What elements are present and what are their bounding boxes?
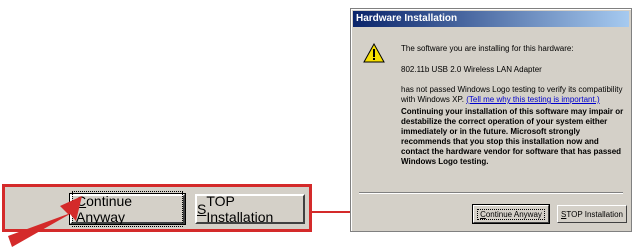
device-name: 802.11b USB 2.0 Wireless LAN Adapter (401, 65, 542, 74)
why-testing-link[interactable]: (Tell me why this testing is important.) (466, 95, 599, 104)
hardware-installation-dialog: Hardware Installation The software you a… (350, 8, 632, 232)
focus-rect: Continue Anyway (477, 208, 545, 220)
stop-installation-button[interactable]: S TOP Installation (557, 205, 627, 223)
warning-icon (363, 43, 385, 63)
button-divider (359, 192, 623, 194)
dialog-titlebar: Hardware Installation (353, 11, 629, 27)
continue-anyway-button[interactable]: Continue Anyway (472, 204, 550, 224)
warning-text: Continuing your installation of this sof… (401, 107, 624, 166)
logo-testing-text: has not passed Windows Logo testing to v… (401, 85, 623, 104)
intro-text: The software you are installing for this… (401, 44, 574, 53)
